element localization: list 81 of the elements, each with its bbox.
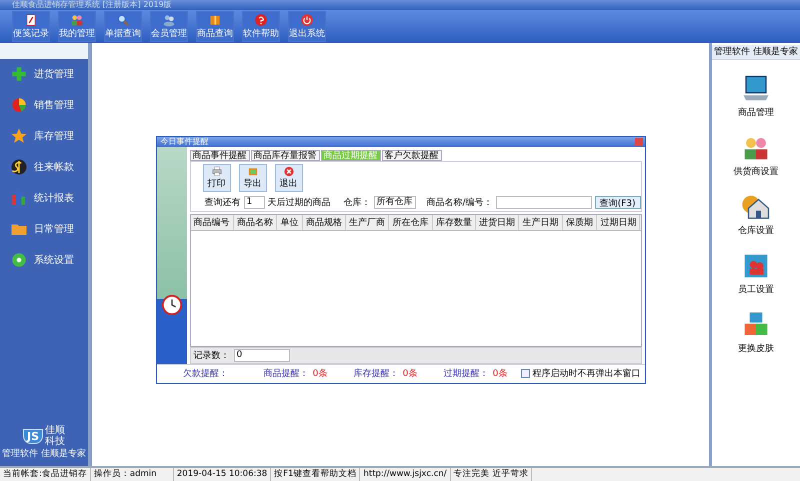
logo-text: 科技 [45,436,65,447]
gear-icon [10,251,28,269]
bar-chart-icon [10,189,28,207]
reminder-label: 过期提醒： [444,368,489,380]
toolbar-button[interactable]: 导出 [238,164,266,192]
sidebar-item[interactable]: 日常管理 [0,214,88,245]
product-field[interactable] [496,196,592,208]
people-icon [69,13,85,27]
shortcut-item[interactable]: 仓库设置 [712,192,800,237]
search-icon [115,13,131,27]
shortcut-item[interactable]: 员工设置 [712,251,800,296]
toolbar-button[interactable]: 商品查询 [196,11,234,42]
help-icon [253,13,269,27]
column-header: 所在仓库 [389,214,433,230]
column-header: 进货日期 [476,214,520,230]
product-label: 商品名称/编号： [426,196,493,208]
shortcut-item[interactable]: 更换皮肤 [712,310,800,355]
dont-show-checkbox[interactable]: 程序启动时不再弹出本窗口 [520,367,640,380]
record-count: 0 [234,348,290,362]
toolbar-button[interactable]: 会员管理 [150,11,188,42]
clock-icon [160,294,182,316]
reminder-count: 0条 [402,368,418,380]
sidebar-item[interactable]: 统计报表 [0,183,88,214]
toolbar-button[interactable]: 软件帮助 [242,11,280,42]
reminder-label: 商品提醒： [264,368,309,380]
column-header: 生产厂商 [346,214,390,230]
status-text: 操作员：admin [90,468,174,481]
toolbar-button[interactable]: 退出系统 [288,11,326,42]
column-header: 生产日期 [519,214,563,230]
toolbar-button[interactable]: 单据查询 [104,11,142,42]
tab[interactable]: 客户欠款提醒 [382,150,442,160]
warehouse-dropdown[interactable]: 所有仓库 [374,196,416,208]
status-text: 按F1键查看帮助文档 [271,468,360,481]
status-text: 当前帐套:食品进销存 [0,468,91,481]
logo-slogan: 管理软件 佳顺是专家 [2,448,86,460]
query-label: 查询还有 [204,196,240,208]
column-header: 商品规格 [302,214,346,230]
sidebar-item[interactable]: 库存管理 [0,121,88,152]
power-icon [299,13,315,27]
star-icon [10,127,28,145]
status-text: 2019-04-15 10:06:38 [174,468,272,481]
close-button[interactable] [634,138,642,146]
plus-icon [10,65,28,83]
members-icon [161,13,177,27]
toolbar-button[interactable]: 打印 [202,164,230,192]
record-label: 记录数： [194,350,230,362]
reminder-label: 库存提醒： [354,368,399,380]
status-text: 专注完美 近乎苛求 [450,468,532,481]
panel-header: 管理软件 佳顺是专家 [712,45,800,60]
column-header: 商品名称 [234,214,278,230]
dollar-icon [10,158,28,176]
checkbox-box[interactable] [520,369,530,378]
column-header: 库存数量 [432,214,476,230]
reminder-count: 0条 [312,368,328,380]
logo-mark: JS [22,428,43,444]
window-title: 佳顺食品进销存管理系统 [注册版本] 2019版 [0,0,800,10]
sidebar-item[interactable]: 销售管理 [0,90,88,121]
column-header: 保质期 [562,214,598,230]
column-header: 商品编号 [190,214,234,230]
dialog-title: 今日事件提醒 [160,136,208,146]
pie-chart-icon [10,96,28,114]
warehouse-label: 仓库： [344,196,371,208]
sidebar-item[interactable]: 进货管理 [0,59,88,90]
shortcut-item[interactable]: 商品管理 [712,74,800,119]
toolbar-button[interactable]: 退出 [274,164,302,192]
column-header: 过期日期 [597,214,640,230]
toolbar-button[interactable]: 便笺记录 [12,11,50,42]
sidebar-item[interactable]: 系统设置 [0,245,88,276]
sidebar-item[interactable]: 往来帐款 [0,152,88,183]
reminder-count: 0条 [492,368,508,380]
column-header: 单位 [277,214,303,230]
query-label: 天后过期的商品 [268,196,331,208]
shortcut-item[interactable]: 供货商设置 [712,133,800,178]
query-button[interactable]: 查询(F3) [594,196,640,208]
status-text: http://www.jsjxc.cn/ [360,468,451,481]
toolbar-button[interactable]: 我的管理 [58,11,96,42]
tab[interactable]: 商品事件提醒 [190,150,250,160]
logo-text: 佳顺 [45,425,65,436]
tab[interactable]: 商品库存量报警 [250,150,320,160]
reminder-label: 欠款提醒： [183,368,228,380]
days-field[interactable]: 1 [244,196,265,208]
